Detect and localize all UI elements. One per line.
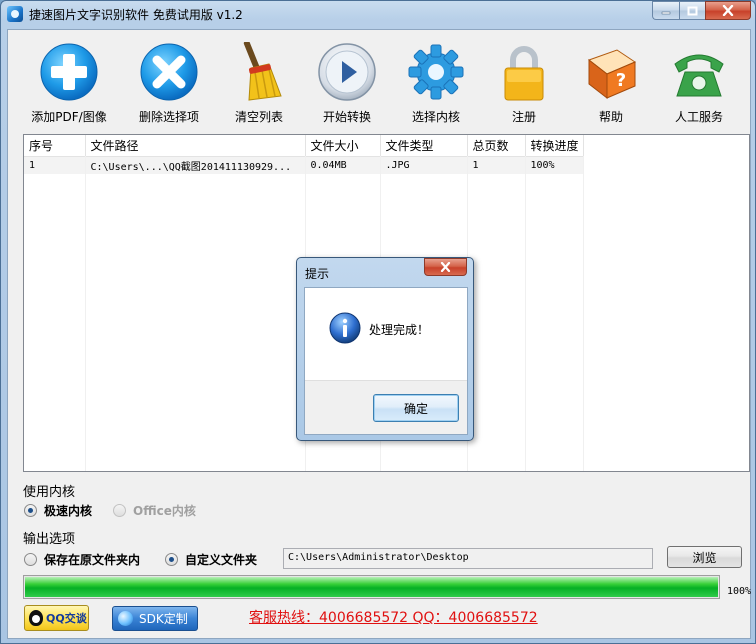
completion-dialog: 提示 处理完成！ 确定 [296, 257, 474, 441]
hotline-link[interactable]: 客服热线：4006685572 QQ：4006685572 [249, 607, 538, 627]
radio-indicator [165, 553, 178, 566]
minimize-icon [661, 11, 671, 14]
select-engine-button[interactable]: 选择内核 [393, 36, 479, 124]
play-icon [318, 43, 376, 101]
table-cell: 1 [467, 156, 526, 174]
tool-label: 开始转换 [322, 110, 371, 124]
radio-label: 保存在原文件夹内 [44, 553, 141, 567]
radio-fast-engine[interactable]: 极速内核 [24, 502, 92, 519]
column-header[interactable]: 文件大小 [305, 135, 381, 157]
dialog-body: 处理完成！ 确定 [304, 287, 468, 435]
qq-chat-label: QQ交谈 [46, 612, 87, 625]
column-header[interactable]: 转换进度 [525, 135, 584, 157]
radio-indicator [24, 553, 37, 566]
column-divider [85, 156, 86, 471]
close-icon [440, 262, 451, 272]
dialog-footer: 确定 [305, 380, 467, 434]
radio-custom-folder[interactable]: 自定义文件夹 [165, 551, 257, 568]
delete-selection-button[interactable]: 删除选择项 [126, 36, 212, 124]
radio-label: 自定义文件夹 [185, 553, 258, 567]
tool-label: 添加PDF/图像 [31, 110, 107, 124]
column-divider [525, 156, 526, 471]
lock-icon [504, 46, 544, 101]
toolbar: 添加PDF/图像 删除选择项 清空列表 开始转换 选择内核 注册 ? 帮助 人工… [8, 30, 750, 126]
globe-icon [118, 611, 133, 626]
help-button[interactable]: ? 帮助 [568, 36, 654, 124]
app-window: 捷速图片文字识别软件 免费试用版 v1.2 添加PDF/图像 删除选择项 清空列… [0, 0, 756, 644]
broom-icon [243, 40, 282, 101]
radio-office-engine[interactable]: Office内核 [113, 502, 196, 519]
tool-label: 人工服务 [674, 110, 723, 124]
column-header[interactable]: 文件类型 [380, 135, 468, 157]
column-header[interactable]: 序号 [24, 135, 86, 157]
engine-section-label: 使用内核 [23, 485, 76, 500]
phone-icon [674, 54, 724, 97]
help-book-icon: ? [587, 49, 637, 100]
tool-label: 删除选择项 [138, 110, 199, 124]
window-title: 捷速图片文字识别软件 免费试用版 v1.2 [29, 8, 243, 22]
tool-label: 选择内核 [411, 110, 460, 124]
maximize-icon [687, 6, 698, 15]
ok-button[interactable]: 确定 [373, 394, 459, 422]
radio-label: 极速内核 [44, 504, 93, 518]
progress-percent: 100% [727, 586, 752, 597]
info-icon [329, 312, 361, 344]
start-convert-button[interactable]: 开始转换 [304, 36, 390, 124]
tool-label: 清空列表 [234, 110, 283, 124]
delete-icon [140, 43, 198, 101]
table-row[interactable]: 1 C:\Users\...\QQ截图201411130929... 0.04M… [24, 156, 584, 174]
dialog-message: 处理完成！ [369, 323, 430, 337]
radio-save-original-folder[interactable]: 保存在原文件夹内 [24, 551, 140, 568]
dialog-title: 提示 [305, 267, 330, 281]
add-icon [40, 43, 98, 101]
close-icon [722, 5, 734, 16]
dialog-close-button[interactable] [424, 258, 467, 276]
column-header[interactable]: 文件路径 [85, 135, 306, 157]
table-cell: 0.04MB [305, 156, 381, 174]
table-header-row: 序号 文件路径 文件大小 文件类型 总页数 转换进度 [24, 135, 584, 157]
qq-penguin-icon [29, 610, 43, 626]
client-area: 添加PDF/图像 删除选择项 清空列表 开始转换 选择内核 注册 ? 帮助 人工… [7, 29, 751, 639]
table-cell: 100% [525, 156, 584, 174]
tool-label: 帮助 [598, 110, 623, 124]
maximize-button[interactable] [679, 1, 705, 20]
radio-indicator [113, 504, 126, 517]
app-logo-icon [7, 6, 23, 22]
register-button[interactable]: 注册 [481, 36, 567, 124]
column-header[interactable]: 总页数 [467, 135, 526, 157]
svg-text:?: ? [616, 70, 626, 91]
table-cell: .JPG [380, 156, 468, 174]
gear-icon [408, 44, 464, 100]
sdk-custom-button[interactable]: SDK定制 [112, 606, 198, 631]
progress-fill [25, 577, 718, 597]
radio-indicator [24, 504, 37, 517]
table-cell: 1 [24, 156, 86, 174]
browse-button[interactable]: 浏览 [667, 546, 742, 568]
close-button[interactable] [705, 1, 751, 20]
radio-label: Office内核 [133, 504, 196, 518]
tool-label: 注册 [511, 110, 536, 124]
table-cell: C:\Users\...\QQ截图201411130929... [85, 156, 306, 174]
output-path-field[interactable]: C:\Users\Administrator\Desktop [283, 548, 653, 569]
clear-list-button[interactable]: 清空列表 [216, 36, 302, 124]
column-divider [583, 156, 584, 471]
add-pdf-image-button[interactable]: 添加PDF/图像 [26, 36, 112, 124]
minimize-button[interactable] [652, 1, 679, 20]
title-bar[interactable]: 捷速图片文字识别软件 免费试用版 v1.2 [1, 1, 755, 27]
manual-service-button[interactable]: 人工服务 [656, 36, 742, 124]
output-section-label: 输出选项 [23, 532, 76, 547]
qq-chat-button[interactable]: QQ交谈 [24, 605, 89, 631]
progress-bar [23, 575, 720, 599]
sdk-label: SDK定制 [139, 612, 188, 626]
